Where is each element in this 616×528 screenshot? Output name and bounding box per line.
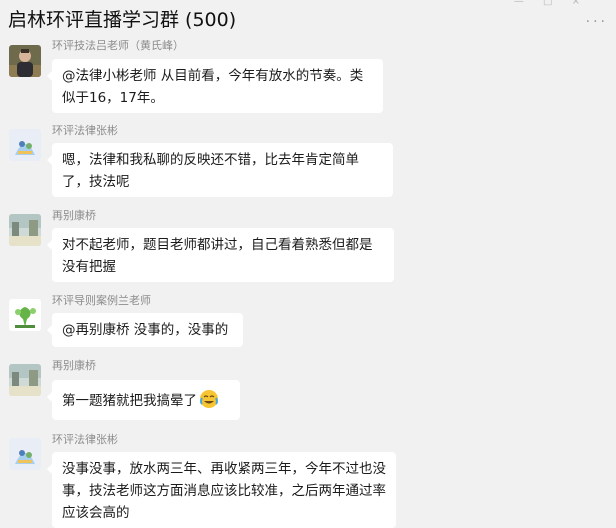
message-bubble[interactable]: 没事没事，放水两三年、再收紧两三年，今年不过也没事，技法老师这方面消息应该比较准… <box>47 452 396 528</box>
sender-name: 环评技法吕老师（黄氏峰） <box>52 40 184 52</box>
group-title: 启林环评直播学习群 (500) <box>8 9 237 31</box>
cartoon-avatar[interactable] <box>9 129 41 161</box>
plant-avatar[interactable] <box>9 299 41 331</box>
message-bubble[interactable]: 对不起老师，题目老师都讲过，自己看着熟悉但都是没有把握 <box>47 228 394 282</box>
message-bubble[interactable]: @法律小彬老师 从目前看，今年有放水的节奏。类似于16，17年。 <box>47 59 383 113</box>
message-bubble[interactable]: 嗯，法律和我私聊的反映还不错，比去年肯定简单了，技法呢 <box>47 143 393 197</box>
message-text: 第一题猪就把我搞晕了 <box>62 393 197 409</box>
window-controls[interactable]: — □ × <box>514 0 588 7</box>
message-bubble[interactable]: 第一题猪就把我搞晕了 <box>47 380 240 420</box>
more-icon[interactable]: ··· <box>586 14 608 30</box>
sender-name: 环评法律张彬 <box>52 124 118 137</box>
sender-name: 再别康桥 <box>52 209 96 222</box>
cartoon-avatar[interactable] <box>9 438 41 470</box>
message-bubble[interactable]: @再别康桥 没事的，没事的 <box>47 313 243 347</box>
sender-name: 环评导则案例兰老师 <box>52 294 151 307</box>
chat-header: 启林环评直播学习群 (500) — □ × ··· <box>0 0 616 40</box>
scenery-avatar[interactable] <box>9 214 41 246</box>
person-photo-avatar[interactable] <box>9 45 41 77</box>
sender-name: 再别康桥 <box>52 359 96 372</box>
crying-laughing-emoji <box>199 389 219 409</box>
chat-message-list[interactable]: 环评技法吕老师（黄氏峰） @法律小彬老师 从目前看，今年有放水的节奏。类似于16… <box>0 40 616 528</box>
scenery-avatar[interactable] <box>9 364 41 396</box>
sender-name: 环评法律张彬 <box>52 433 118 446</box>
